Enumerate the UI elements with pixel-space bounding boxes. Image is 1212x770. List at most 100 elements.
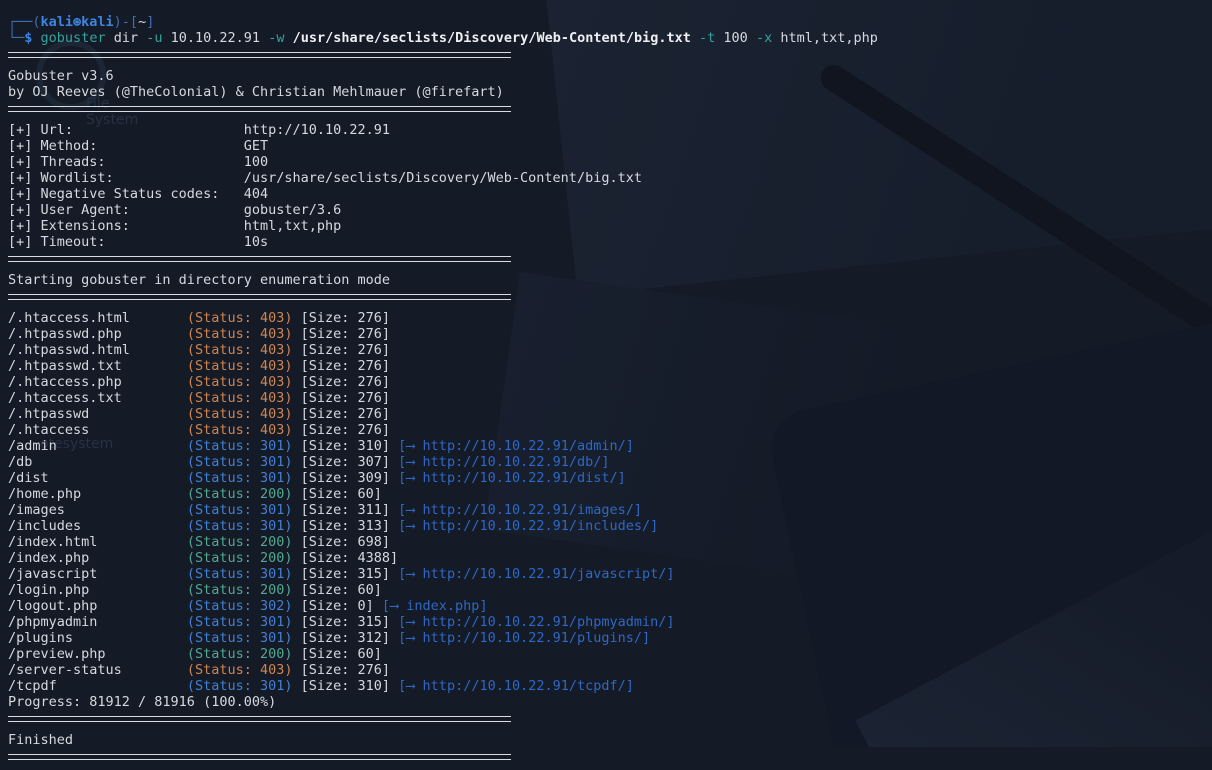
config-value: GET — [244, 138, 268, 154]
prompt-user-host: kali⊛kali — [41, 14, 114, 30]
result-row: /preview.php (Status: 200) [Size: 60] — [8, 646, 878, 662]
redirect-link[interactable]: [⟶ http://10.10.22.91/admin/] — [398, 438, 634, 454]
result-path: /.htaccess.php — [8, 374, 187, 390]
result-row: /.htpasswd.html (Status: 403) [Size: 276… — [8, 342, 878, 358]
config-value: 404 — [244, 186, 268, 202]
space — [260, 30, 268, 46]
result-size: [Size: 276] — [292, 422, 390, 438]
redirect-link[interactable]: [⟶ http://10.10.22.91/tcpdf/] — [398, 678, 634, 694]
redirect-link[interactable]: [⟶ http://10.10.22.91/includes/] — [398, 518, 658, 534]
results-section: /.htaccess.html (Status: 403) [Size: 276… — [8, 310, 878, 694]
config-label: [+] Extensions: — [8, 218, 244, 234]
separator — [8, 716, 878, 732]
config-value: gobuster/3.6 — [244, 202, 342, 218]
gobuster-authors: by OJ Reeves (@TheColonial) & Christian … — [8, 84, 878, 100]
result-path: /tcpdf — [8, 678, 187, 694]
result-status: (Status: 301) — [187, 502, 293, 518]
result-size: [Size: 307] — [292, 454, 390, 470]
result-path: /.htaccess.txt — [8, 390, 187, 406]
space — [163, 30, 171, 46]
result-row: /index.html (Status: 200) [Size: 698] — [8, 534, 878, 550]
result-size: [Size: 276] — [292, 662, 390, 678]
result-size: [Size: 0] — [292, 598, 373, 614]
result-status: (Status: 302) — [187, 598, 293, 614]
redirect-link[interactable]: [⟶ index.php] — [382, 598, 488, 614]
prompt-frame: )-[ — [114, 14, 138, 30]
result-row: /server-status (Status: 403) [Size: 276] — [8, 662, 878, 678]
config-label: [+] Url: — [8, 122, 244, 138]
space — [284, 30, 292, 46]
space — [106, 30, 114, 46]
result-path: /home.php — [8, 486, 187, 502]
result-size: [Size: 310] — [292, 678, 390, 694]
result-path: /includes — [8, 518, 187, 534]
progress-line: Progress: 81912 / 81916 (100.00%) — [8, 694, 878, 710]
result-status: (Status: 403) — [187, 662, 293, 678]
config-label: [+] Threads: — [8, 154, 244, 170]
config-row: [+] Threads: 100 — [8, 154, 878, 170]
result-path: /db — [8, 454, 187, 470]
command-token-flag: -x — [756, 30, 772, 46]
result-path: /.htpasswd — [8, 406, 187, 422]
config-row: [+] Method: GET — [8, 138, 878, 154]
result-size: [Size: 309] — [292, 470, 390, 486]
result-status: (Status: 200) — [187, 486, 293, 502]
result-row: /home.php (Status: 200) [Size: 60] — [8, 486, 878, 502]
gobuster-version: Gobuster v3.6 — [8, 68, 878, 84]
result-size: [Size: 60] — [292, 582, 381, 598]
result-path: /preview.php — [8, 646, 187, 662]
space — [390, 438, 398, 454]
result-path: /.htpasswd.php — [8, 326, 187, 342]
result-size: [Size: 311] — [292, 502, 390, 518]
result-path: /.htpasswd.html — [8, 342, 187, 358]
config-label: [+] Timeout: — [8, 234, 244, 250]
result-path: /.htpasswd.txt — [8, 358, 187, 374]
result-status: (Status: 301) — [187, 566, 293, 582]
result-size: [Size: 312] — [292, 630, 390, 646]
config-value: http://10.10.22.91 — [244, 122, 390, 138]
separator — [8, 52, 878, 68]
prompt-line-1: ┌──(kali⊛kali)-[~] — [8, 14, 878, 30]
result-path: /login.php — [8, 582, 187, 598]
result-path: /javascript — [8, 566, 187, 582]
result-path: /plugins — [8, 630, 187, 646]
config-label: [+] Method: — [8, 138, 244, 154]
result-status: (Status: 403) — [187, 310, 293, 326]
result-size: [Size: 276] — [292, 406, 390, 422]
result-path: /phpmyadmin — [8, 614, 187, 630]
result-path: /server-status — [8, 662, 187, 678]
result-size: [Size: 313] — [292, 518, 390, 534]
prompt-frame: └─ — [8, 30, 24, 46]
space — [390, 470, 398, 486]
redirect-link[interactable]: [⟶ http://10.10.22.91/plugins/] — [398, 630, 650, 646]
redirect-link[interactable]: [⟶ http://10.10.22.91/db/] — [398, 454, 609, 470]
result-row: /.htpasswd.php (Status: 403) [Size: 276] — [8, 326, 878, 342]
result-status: (Status: 200) — [187, 534, 293, 550]
result-status: (Status: 200) — [187, 550, 293, 566]
redirect-link[interactable]: [⟶ http://10.10.22.91/dist/] — [398, 470, 626, 486]
result-size: [Size: 4388] — [292, 550, 398, 566]
result-size: [Size: 276] — [292, 310, 390, 326]
command-token-plain: 100 — [723, 30, 747, 46]
result-status: (Status: 403) — [187, 374, 293, 390]
result-size: [Size: 276] — [292, 390, 390, 406]
result-status: (Status: 403) — [187, 326, 293, 342]
redirect-link[interactable]: [⟶ http://10.10.22.91/images/] — [398, 502, 642, 518]
result-row: /javascript (Status: 301) [Size: 315] [⟶… — [8, 566, 878, 582]
result-status: (Status: 200) — [187, 646, 293, 662]
redirect-link[interactable]: [⟶ http://10.10.22.91/phpmyadmin/] — [398, 614, 674, 630]
result-size: [Size: 698] — [292, 534, 390, 550]
space — [390, 614, 398, 630]
result-row: /plugins (Status: 301) [Size: 312] [⟶ ht… — [8, 630, 878, 646]
prompt-frame: ] — [146, 14, 154, 30]
config-value: /usr/share/seclists/Discovery/Web-Conten… — [244, 170, 642, 186]
command-token-flag: -w — [268, 30, 284, 46]
result-row: /dist (Status: 301) [Size: 309] [⟶ http:… — [8, 470, 878, 486]
result-row: /.htaccess.html (Status: 403) [Size: 276… — [8, 310, 878, 326]
result-path: /logout.php — [8, 598, 187, 614]
redirect-link[interactable]: [⟶ http://10.10.22.91/javascript/] — [398, 566, 674, 582]
separator — [8, 256, 878, 272]
separator — [8, 754, 878, 770]
finished-line: Finished — [8, 732, 878, 748]
result-row: /login.php (Status: 200) [Size: 60] — [8, 582, 878, 598]
